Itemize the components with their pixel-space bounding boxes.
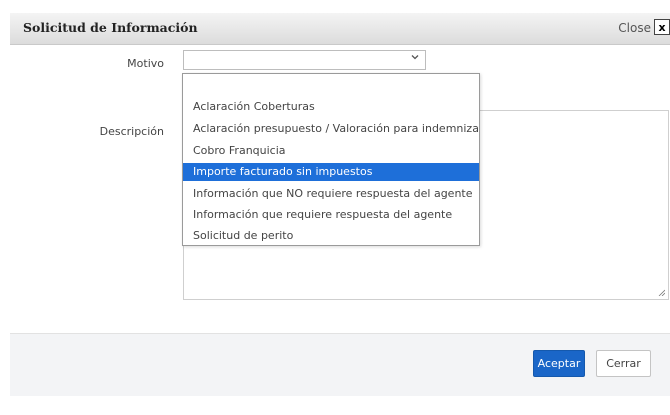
motivo-dropdown-list: Aclaración Coberturas Aclaración presupu… bbox=[182, 73, 480, 246]
motivo-select[interactable] bbox=[183, 50, 426, 70]
dialog-title: Solicitud de Información bbox=[23, 20, 198, 35]
dropdown-option-empty[interactable] bbox=[183, 78, 479, 96]
dropdown-option-highlighted[interactable]: Importe facturado sin impuestos bbox=[183, 163, 479, 181]
motivo-label: Motivo bbox=[127, 57, 164, 70]
accept-button[interactable]: Aceptar bbox=[533, 350, 585, 377]
chevron-down-icon bbox=[411, 55, 419, 60]
dropdown-option[interactable]: Información que NO requiere respuesta de… bbox=[183, 185, 479, 203]
dropdown-option[interactable]: Cobro Franquicia bbox=[183, 142, 479, 160]
dropdown-option[interactable]: Aclaración presupuesto / Valoración para… bbox=[183, 120, 479, 138]
cancel-button[interactable]: Cerrar bbox=[596, 350, 651, 377]
resize-handle-icon[interactable] bbox=[658, 289, 665, 296]
close-icon[interactable]: x bbox=[654, 19, 670, 35]
descripcion-label: Descripción bbox=[99, 125, 164, 138]
dialog-titlebar: Solicitud de Información Close x bbox=[10, 13, 670, 45]
dropdown-option[interactable]: Aclaración Coberturas bbox=[183, 98, 479, 116]
close-label[interactable]: Close bbox=[618, 21, 651, 35]
dropdown-option[interactable]: Información que requiere respuesta del a… bbox=[183, 206, 479, 224]
dropdown-option[interactable]: Solicitud de perito bbox=[183, 227, 479, 245]
